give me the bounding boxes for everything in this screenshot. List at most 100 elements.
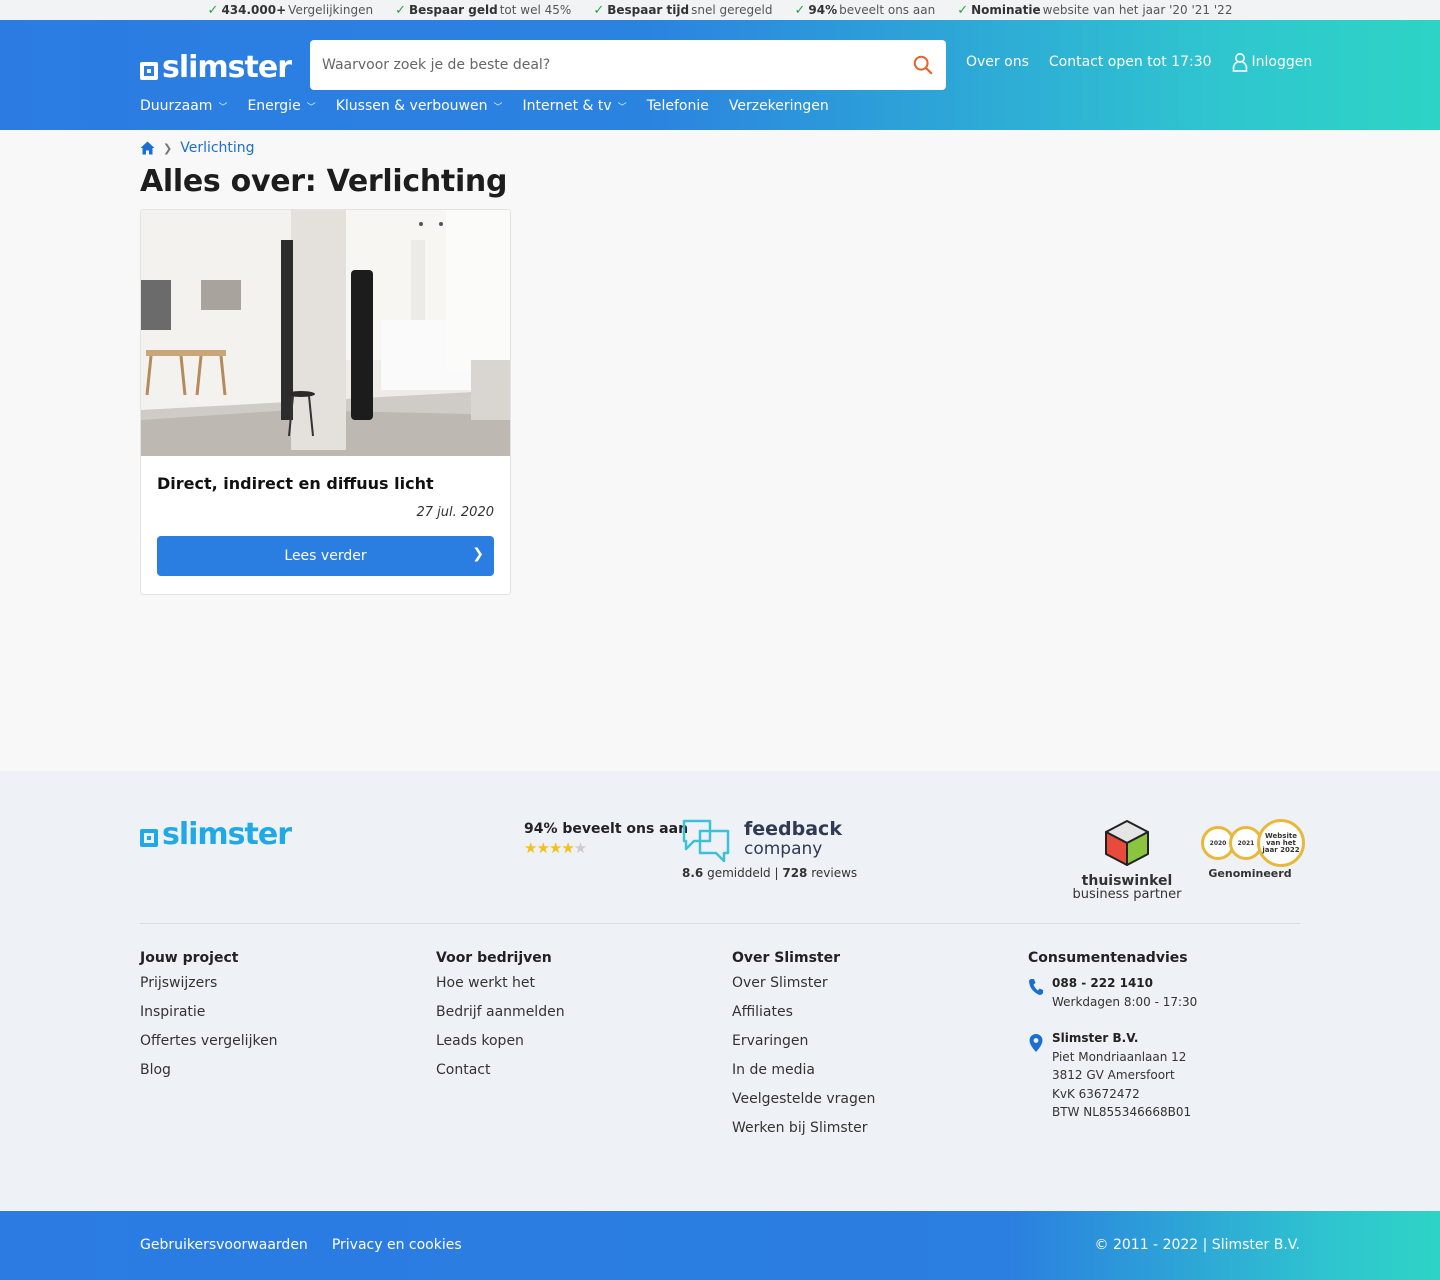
article-image[interactable] [141, 210, 510, 456]
usp-item: ✓ 434.000+ Vergelijkingen [208, 3, 374, 18]
breadcrumb: ❯ Verlichting [140, 140, 1300, 156]
article-title[interactable]: Direct, indirect en diffuus licht [157, 474, 494, 493]
usp-bold: 94% [808, 3, 838, 17]
award-medals: 2020 2021 Website van het jaar 2022 [1200, 819, 1305, 867]
read-more-button[interactable]: Lees verder ❯ [157, 536, 494, 576]
article-body: Direct, indirect en diffuus licht 27 jul… [141, 456, 510, 594]
footer-link[interactable]: Leads kopen [436, 1032, 565, 1061]
site-logo[interactable]: slimster [140, 50, 292, 85]
logo-text: slimster [162, 817, 292, 852]
terms-link[interactable]: Gebruikersvoorwaarden [140, 1237, 308, 1253]
site-header: slimster Over ons Contact open tot 17:30… [0, 20, 1440, 130]
rating-text: 94% beveelt ons aan [524, 821, 689, 837]
award-label: Genomineerd [1208, 867, 1292, 880]
check-icon: ✓ [395, 2, 406, 18]
address-line: Piet Mondriaanlaan 12 [1052, 1049, 1187, 1064]
article-date: 27 jul. 2020 [416, 505, 495, 520]
footer-link[interactable]: In de media [732, 1061, 875, 1090]
chevron-down-icon: ﹀ [218, 102, 228, 113]
footer-link[interactable]: Affiliates [732, 1003, 875, 1032]
footer-link[interactable]: Prijswijzers [140, 974, 278, 1003]
usp-text: snel geregeld [691, 3, 773, 17]
address-line: 3812 GV Amersfoort [1052, 1068, 1175, 1082]
about-link[interactable]: Over ons [966, 54, 1029, 70]
feedback-line1: feedback [744, 818, 842, 840]
login-link[interactable]: Inloggen [1232, 52, 1313, 72]
logo-mark-icon [140, 61, 158, 80]
check-icon: ✓ [957, 2, 969, 18]
footer-link[interactable]: Hoe werkt het [436, 974, 565, 1003]
privacy-link[interactable]: Privacy en cookies [332, 1237, 462, 1253]
footer-link[interactable]: Blog [140, 1061, 278, 1090]
nav-item-internet-tv[interactable]: Internet & tv ﹀ [522, 98, 626, 114]
logo-mark-icon [140, 828, 158, 847]
nav-label: Duurzaam [140, 98, 213, 114]
footer-col-heading: Over Slimster [732, 950, 840, 966]
footer-col-consumentenadvies: Consumentenadvies 088 - 222 1410 Werkdage… [1028, 950, 1197, 1140]
read-more-label: Lees verder [284, 548, 367, 564]
footer-logo[interactable]: slimster [140, 817, 292, 852]
nav-label: Telefonie [646, 98, 709, 114]
footer-link[interactable]: Offertes vergelijken [140, 1032, 278, 1061]
footer-link[interactable]: Ervaringen [732, 1032, 875, 1061]
feedback-score: 8.6 gemiddeld | 728 reviews [682, 866, 857, 880]
main-nav: Duurzaam ﹀ Energie ﹀ Klussen & verbouwen ﹀ … [140, 98, 829, 114]
check-icon: ✓ [207, 2, 219, 18]
phone-block: 088 - 222 1410 Werkdagen 8:00 - 17:30 [1028, 974, 1197, 1011]
star-rating: ★★★★★ [524, 839, 587, 857]
thuiswinkel-badge[interactable]: thuiswinkel business partner [1072, 819, 1182, 902]
award-badge[interactable]: 2020 2021 Website van het jaar 2022 Geno… [1200, 819, 1305, 880]
footer-link[interactable]: Bedrijf aanmelden [436, 1003, 565, 1032]
feedback-company-name: feedback company [744, 819, 842, 859]
usp-item: ✓ 94% beveelt ons aan [795, 3, 936, 18]
speech-bubbles-icon [682, 819, 730, 863]
login-label: Inloggen [1251, 54, 1313, 70]
search-bar [310, 40, 946, 90]
nav-item-duurzaam[interactable]: Duurzaam ﹀ [140, 98, 227, 114]
chevron-right-icon: ❯ [163, 141, 173, 155]
footer-col-heading: Consumentenadvies [1028, 950, 1188, 966]
usp-bold: 434.000+ [221, 3, 287, 17]
cube-icon [1105, 820, 1149, 866]
contact-link[interactable]: Contact open tot 17:30 [1049, 54, 1212, 70]
nav-item-energie[interactable]: Energie ﹀ [247, 98, 315, 114]
address-block: Slimster B.V. Piet Mondriaanlaan 12 3812… [1028, 1029, 1197, 1122]
footer-link[interactable]: Contact [436, 1061, 565, 1090]
address-line: KvK 63672472 [1052, 1086, 1140, 1101]
search-input[interactable] [322, 57, 912, 73]
legal-links: Gebruikersvoorwaarden Privacy en cookies [140, 1237, 462, 1253]
check-icon: ✓ [593, 2, 605, 18]
site-footer: slimster 94% beveelt ons aan ★★★★★ feedb… [0, 771, 1440, 1211]
nav-item-telefonie[interactable]: Telefonie [647, 98, 709, 114]
usp-text: website van het jaar '20 '21 '22 [1042, 3, 1233, 17]
footer-link[interactable]: Veelgestelde vragen [732, 1090, 875, 1119]
home-icon[interactable] [140, 141, 155, 155]
footer-link[interactable]: Over Slimster [732, 974, 875, 1003]
reviews-count: 728 [782, 866, 808, 880]
logo-text: slimster [162, 50, 292, 85]
nav-item-klussen[interactable]: Klussen & verbouwen ﹀ [336, 98, 503, 114]
nav-label: Klussen & verbouwen [335, 98, 488, 114]
usp-item: ✓ Nominatie website van het jaar '20 '21 … [957, 3, 1232, 18]
article-card: Direct, indirect en diffuus licht 27 jul… [140, 209, 511, 595]
chevron-down-icon: ﹀ [617, 102, 627, 113]
usp-bold: Bespaar tijd [607, 3, 690, 17]
opening-hours: Werkdagen 8:00 - 17:30 [1052, 994, 1198, 1009]
footer-col-heading: Jouw project [140, 950, 239, 966]
nav-label: Verzekeringen [728, 98, 829, 114]
usp-bold: Bespaar geld [408, 3, 498, 17]
footer-link[interactable]: Werken bij Slimster [732, 1119, 875, 1148]
phone-number[interactable]: 088 - 222 1410 [1052, 976, 1153, 990]
company-name: Slimster B.V. [1052, 1031, 1139, 1045]
footer-link[interactable]: Inspiratie [140, 1003, 278, 1032]
footer-col-heading: Voor bedrijven [436, 950, 552, 966]
chevron-down-icon: ﹀ [306, 102, 316, 113]
usp-text: beveelt ons aan [839, 3, 936, 17]
nav-item-verzekeringen[interactable]: Verzekeringen [729, 98, 829, 114]
usp-text: tot wel 45% [499, 3, 572, 17]
search-icon[interactable] [912, 54, 934, 76]
check-icon: ✓ [794, 2, 806, 18]
breadcrumb-current[interactable]: Verlichting [180, 140, 254, 156]
header-links: Over ons Contact open tot 17:30 Inloggen [966, 52, 1312, 72]
score-suffix: gemiddeld | [703, 866, 783, 880]
